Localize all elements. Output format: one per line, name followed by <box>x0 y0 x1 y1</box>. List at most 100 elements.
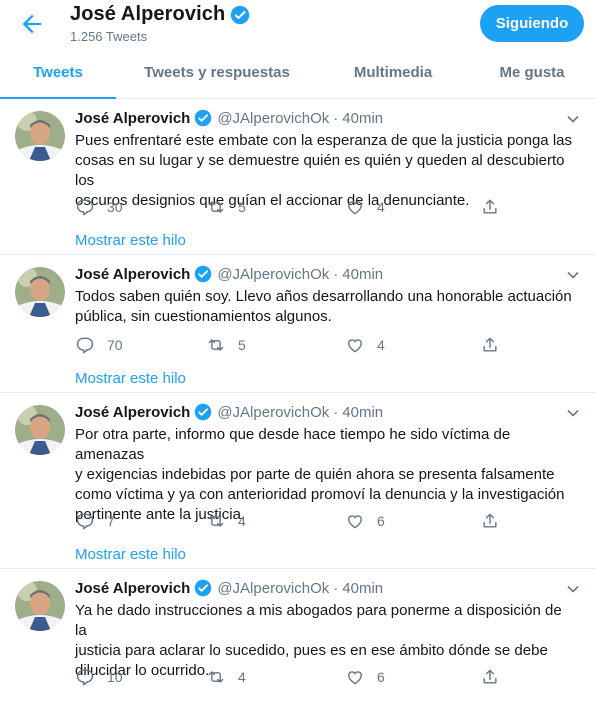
reply-count: 30 <box>107 199 123 215</box>
tweet-item[interactable]: José Alperovich @JAlperovichOk · 40min P… <box>0 99 596 255</box>
like-count: 4 <box>377 199 385 215</box>
like-button[interactable]: 4 <box>345 196 385 218</box>
tweet-text-line: Por otra parte, informo que desde hace t… <box>75 426 511 463</box>
tweet-header: José Alperovich @JAlperovichOk · 40min <box>75 109 383 127</box>
like-icon <box>348 201 362 215</box>
like-button[interactable]: 6 <box>345 666 385 688</box>
tweet-text-line: Todos saben quién soy. Llevo años desarr… <box>75 288 572 305</box>
tweet-text-line: como víctima y ya con anterioridad promo… <box>75 486 565 503</box>
reply-icon <box>76 513 94 530</box>
share-icon <box>483 669 497 684</box>
tweet-count: 1.256 Tweets <box>70 29 148 44</box>
separator-dot: · <box>333 265 339 283</box>
profile-header: José Alperovich 1.256 Tweets Siguiendo <box>0 0 596 50</box>
reply-button[interactable]: 70 <box>75 334 123 356</box>
chevron-down-icon[interactable] <box>566 582 580 596</box>
chevron-down-icon[interactable] <box>566 406 580 420</box>
share-button[interactable] <box>480 666 512 688</box>
separator-dot: · <box>333 403 339 421</box>
retweet-button[interactable]: 5 <box>206 334 246 356</box>
avatar[interactable] <box>15 111 65 161</box>
like-icon <box>348 515 362 529</box>
show-thread-link[interactable]: Mostrar este hilo <box>75 370 186 387</box>
reply-button[interactable]: 30 <box>75 196 123 218</box>
retweet-icon <box>208 671 224 683</box>
like-count: 4 <box>377 337 385 353</box>
tweet-header: José Alperovich @JAlperovichOk · 40min <box>75 579 383 597</box>
chevron-down-icon[interactable] <box>566 268 580 282</box>
like-button[interactable]: 4 <box>345 334 385 356</box>
verified-badge-icon <box>231 5 250 24</box>
profile-name-text: José Alperovich <box>70 3 226 25</box>
avatar[interactable] <box>15 581 65 631</box>
reply-icon <box>76 669 94 686</box>
reply-count: 7 <box>107 513 115 529</box>
verified-badge-icon <box>195 579 212 597</box>
tweet-author-handle[interactable]: @JAlperovichOk <box>217 110 329 127</box>
tab-tweets[interactable]: Tweets <box>0 50 116 99</box>
tweet-text-line: Ya he dado instrucciones a mis abogados … <box>75 602 562 639</box>
reply-button[interactable]: 7 <box>75 510 115 532</box>
tweet-author-name[interactable]: José Alperovich <box>75 110 190 127</box>
tab-tweets-y-respuestas[interactable]: Tweets y respuestas <box>116 50 318 99</box>
share-button[interactable] <box>480 510 512 532</box>
tab-me-gusta[interactable]: Me gusta <box>468 50 596 99</box>
retweet-count: 5 <box>238 199 246 215</box>
reply-count: 70 <box>107 337 123 353</box>
tweet-text-line: Pues enfrentaré este embate con la esper… <box>75 132 572 149</box>
tweet-author-handle[interactable]: @JAlperovichOk <box>217 266 329 283</box>
reply-button[interactable]: 10 <box>75 666 123 688</box>
share-icon <box>483 513 497 528</box>
retweet-button[interactable]: 5 <box>206 196 246 218</box>
like-count: 6 <box>377 669 385 685</box>
retweet-icon <box>208 339 224 351</box>
share-button[interactable] <box>480 334 512 356</box>
following-button[interactable]: Siguiendo <box>480 5 584 42</box>
share-icon <box>483 337 497 352</box>
tweet-author-name[interactable]: José Alperovich <box>75 580 190 597</box>
like-icon <box>348 339 362 353</box>
tweet-text-line: justicia para aclarar lo sucedido, pues … <box>75 642 548 659</box>
tweet-text-line: pública, sin cuestionamientos algunos. <box>75 308 332 325</box>
share-icon <box>483 199 497 214</box>
avatar[interactable] <box>15 267 65 317</box>
profile-name: José Alperovich <box>70 3 250 26</box>
tweet-item[interactable]: José Alperovich @JAlperovichOk · 40min T… <box>0 255 596 393</box>
tweet-author-name[interactable]: José Alperovich <box>75 266 190 283</box>
tweet-author-name[interactable]: José Alperovich <box>75 404 190 421</box>
tweet-timestamp[interactable]: 40min <box>342 110 383 127</box>
back-arrow-icon[interactable] <box>18 10 46 38</box>
retweet-button[interactable]: 4 <box>206 666 246 688</box>
verified-badge-icon <box>195 109 212 127</box>
tweet-actions: 7 4 6 <box>75 510 505 532</box>
profile-tabs: Tweets Tweets y respuestas Multimedia Me… <box>0 50 596 99</box>
verified-badge-icon <box>195 265 212 283</box>
tab-multimedia[interactable]: Multimedia <box>318 50 468 99</box>
tweet-item[interactable]: José Alperovich @JAlperovichOk · 40min P… <box>0 393 596 569</box>
avatar[interactable] <box>15 405 65 455</box>
tweet-timestamp[interactable]: 40min <box>342 580 383 597</box>
tweet-item[interactable]: José Alperovich @JAlperovichOk · 40min Y… <box>0 569 596 702</box>
tweet-timestamp[interactable]: 40min <box>342 404 383 421</box>
tweet-author-handle[interactable]: @JAlperovichOk <box>217 580 329 597</box>
tweet-author-handle[interactable]: @JAlperovichOk <box>217 404 329 421</box>
tweet-header: José Alperovich @JAlperovichOk · 40min <box>75 265 383 283</box>
retweet-button[interactable]: 4 <box>206 510 246 532</box>
verified-badge-icon <box>195 403 212 421</box>
separator-dot: · <box>333 579 339 597</box>
chevron-down-icon[interactable] <box>566 112 580 126</box>
tweet-header: José Alperovich @JAlperovichOk · 40min <box>75 403 383 421</box>
separator-dot: · <box>333 109 339 127</box>
share-button[interactable] <box>480 196 512 218</box>
retweet-icon <box>208 201 224 213</box>
show-thread-link[interactable]: Mostrar este hilo <box>75 546 186 563</box>
reply-count: 10 <box>107 669 123 685</box>
retweet-count: 4 <box>238 669 246 685</box>
like-button[interactable]: 6 <box>345 510 385 532</box>
tweet-text: Todos saben quién soy. Llevo años desarr… <box>75 287 573 327</box>
reply-icon <box>76 199 94 216</box>
tweet-timestamp[interactable]: 40min <box>342 266 383 283</box>
show-thread-link[interactable]: Mostrar este hilo <box>75 232 186 249</box>
tweet-actions: 70 5 4 <box>75 334 505 356</box>
like-count: 6 <box>377 513 385 529</box>
